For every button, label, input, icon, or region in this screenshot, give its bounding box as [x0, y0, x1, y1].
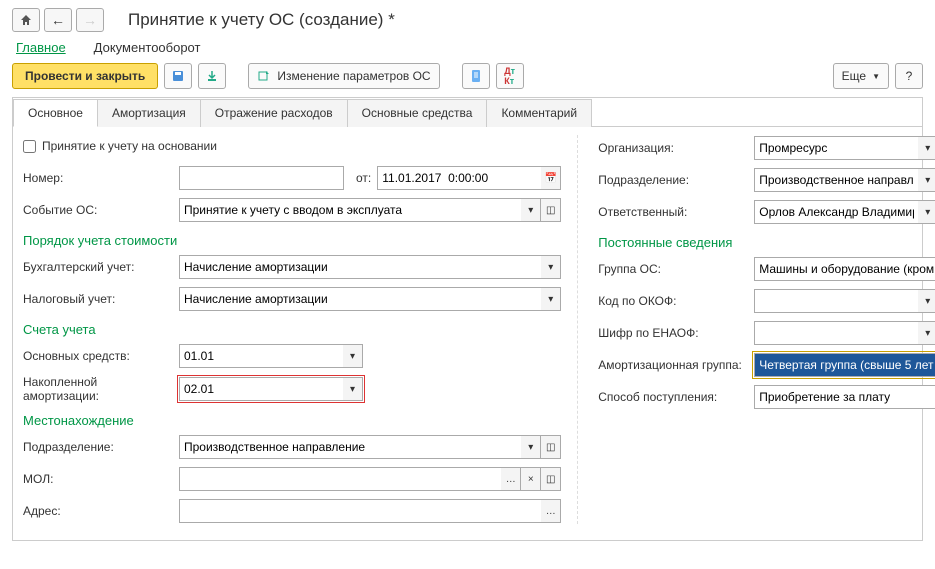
dropdown-icon[interactable]: ▾ [541, 287, 561, 311]
subnav-main[interactable]: Главное [16, 40, 66, 55]
org-label: Организация: [598, 141, 748, 155]
nu-input[interactable] [179, 287, 541, 311]
dropdown-icon[interactable]: ▾ [918, 321, 935, 345]
dropdown-icon[interactable]: ▾ [918, 200, 935, 224]
dropdown-icon[interactable]: ▾ [343, 377, 363, 401]
amort-group-input[interactable] [754, 353, 935, 377]
amort-group-label: Амортизационная группа: [598, 358, 748, 372]
accounts-section-header: Счета учета [23, 318, 561, 337]
dropdown-icon[interactable]: ▾ [343, 344, 363, 368]
number-input[interactable] [179, 166, 344, 190]
enaof-input[interactable] [754, 321, 918, 345]
open-icon[interactable]: ◫ [541, 435, 561, 459]
home-button[interactable] [12, 8, 40, 32]
clear-icon[interactable]: × [521, 467, 541, 491]
event-input[interactable] [179, 198, 521, 222]
select-icon[interactable]: … [501, 467, 521, 491]
basis-checkbox-label: Принятие к учету на основании [42, 139, 217, 153]
group-input[interactable] [754, 257, 935, 281]
nu-label: Налоговый учет: [23, 292, 173, 306]
right-dept-input[interactable] [754, 168, 918, 192]
dropdown-icon[interactable]: ▾ [521, 435, 541, 459]
acq-label: Способ поступления: [598, 390, 748, 404]
save-button[interactable] [164, 63, 192, 89]
left-dept-input[interactable] [179, 435, 521, 459]
enaof-label: Шифр по ЕНАОФ: [598, 326, 748, 340]
group-label: Группа ОС: [598, 262, 748, 276]
event-label: Событие ОС: [23, 203, 173, 217]
post-and-close-button[interactable]: Провести и закрыть [12, 63, 158, 89]
cost-section-header: Порядок учета стоимости [23, 229, 561, 248]
calendar-icon[interactable]: 📅 [541, 166, 561, 190]
mol-label: МОЛ: [23, 472, 173, 486]
org-input[interactable] [754, 136, 918, 160]
resp-label: Ответственный: [598, 205, 748, 219]
addr-input[interactable] [179, 499, 541, 523]
mol-input[interactable] [179, 467, 501, 491]
dropdown-icon[interactable]: ▾ [541, 255, 561, 279]
acq-input[interactable] [754, 385, 935, 409]
tab-comment[interactable]: Комментарий [487, 99, 592, 127]
number-label: Номер: [23, 171, 173, 185]
bu-input[interactable] [179, 255, 541, 279]
location-section-header: Местонахождение [23, 409, 561, 428]
open-icon[interactable]: ◫ [541, 198, 561, 222]
entries-button[interactable]: ДтКт [496, 63, 524, 89]
right-dept-label: Подразделение: [598, 173, 748, 187]
page-title: Принятие к учету ОС (создание) * [128, 10, 395, 30]
basis-checkbox[interactable] [23, 140, 36, 153]
resp-input[interactable] [754, 200, 918, 224]
subnav-docflow[interactable]: Документооборот [94, 40, 201, 55]
forward-button: → [76, 8, 104, 32]
tab-main[interactable]: Основное [13, 99, 98, 127]
open-icon[interactable]: ◫ [541, 467, 561, 491]
amort-acc-input[interactable] [179, 377, 343, 401]
left-dept-label: Подразделение: [23, 440, 173, 454]
addr-label: Адрес: [23, 504, 173, 518]
dropdown-icon[interactable]: ▾ [918, 136, 935, 160]
dropdown-icon[interactable]: ▾ [521, 198, 541, 222]
okof-input[interactable] [754, 289, 918, 313]
post-button[interactable] [198, 63, 226, 89]
date-input[interactable] [377, 166, 541, 190]
os-acc-input[interactable] [179, 344, 343, 368]
more-button[interactable]: Еще ▼ [833, 63, 889, 89]
change-params-button[interactable]: Изменение параметров ОС [248, 63, 439, 89]
dropdown-icon[interactable]: ▾ [918, 168, 935, 192]
tab-costs[interactable]: Отражение расходов [201, 99, 348, 127]
from-label: от: [356, 171, 371, 185]
back-button[interactable]: ← [44, 8, 72, 32]
amort-acc-label: Накопленной амортизации: [23, 375, 173, 403]
tab-amortization[interactable]: Амортизация [98, 99, 201, 127]
const-section-header: Постоянные сведения [598, 231, 935, 250]
dropdown-icon[interactable]: ▾ [918, 289, 935, 313]
help-button[interactable]: ? [895, 63, 923, 89]
os-acc-label: Основных средств: [23, 349, 173, 363]
bu-label: Бухгалтерский учет: [23, 260, 173, 274]
report-button[interactable] [462, 63, 490, 89]
okof-label: Код по ОКОФ: [598, 294, 748, 308]
select-icon[interactable]: … [541, 499, 561, 523]
tab-assets[interactable]: Основные средства [348, 99, 488, 127]
